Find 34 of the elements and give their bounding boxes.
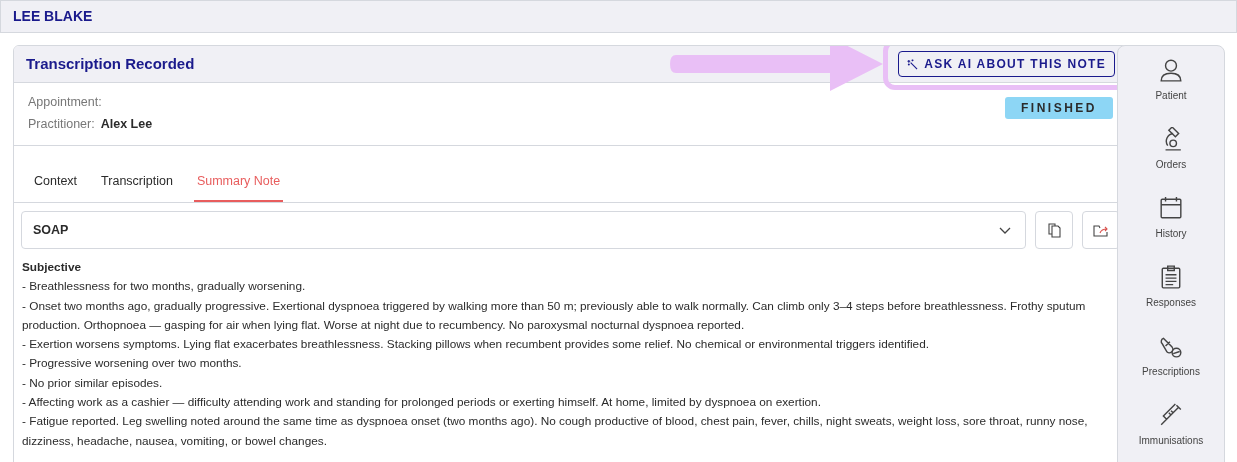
sidebar-item[interactable]: Patient — [1119, 56, 1223, 125]
status-badge: FINISHED — [1005, 97, 1113, 119]
tab[interactable]: Transcription — [98, 162, 176, 202]
note-line: - No prior similar episodes. — [22, 374, 164, 392]
sidebar-item[interactable]: Orders — [1119, 125, 1223, 194]
clipboard-icon — [1159, 265, 1183, 289]
note-line: - Onset two months ago, gradually progressive. Exertional dyspnoea triggered by walking more than 50 m; previously able to walk normally. Can climb only 3–4 steps before breathlessness. Frothy sputum production. Orthopnoea — gasping for air when lying flat. Worse at night due to recumbency. No paroxysmal nocturnal dyspnoea reported. — [22, 297, 1087, 334]
note-line: - Affecting work as a cashier — difficulty attending work and standing for prolonged periods or exerting himself. At home, limited by dyspnoea on exertion. — [22, 394, 822, 412]
copy-button[interactable] — [1035, 211, 1073, 249]
ask-ai-button[interactable]: ASK AI ABOUT THIS NOTE — [898, 51, 1115, 77]
copy-icon — [1047, 222, 1061, 238]
note-line: - Breathlessness for two months, gradually worsening. — [22, 278, 307, 296]
magic-wand-icon — [907, 58, 919, 70]
field-label: Practitioner: — [28, 115, 95, 133]
calendar-icon — [1159, 196, 1183, 220]
field-value: Alex Lee — [100, 115, 153, 133]
tab[interactable]: Context — [31, 162, 81, 202]
syringe-icon — [1159, 403, 1183, 427]
chevron-down-icon — [999, 226, 1011, 234]
template-select[interactable]: SOAP — [21, 211, 1026, 249]
note-line: - Exertion worsens symptoms. Lying flat exacerbates breathlessness. Stacking pillows when recumbent provides some relief. No chemical or environmental triggers identified. — [22, 336, 931, 354]
note-heading: Subjective — [22, 259, 82, 276]
field-label: Appointment: — [28, 93, 102, 111]
person-icon — [1159, 58, 1183, 82]
note-line: - Progressive worsening over two months. — [22, 355, 243, 373]
sidebar-item[interactable]: Prescriptions — [1119, 332, 1223, 401]
sidebar-item[interactable]: Responses — [1119, 263, 1223, 332]
tab[interactable]: Summary Note — [193, 162, 284, 202]
sidebar-item[interactable]: Immunisations — [1119, 401, 1223, 462]
note-line: - Fatigue reported. Leg swelling noted around the same time as dyspnoea onset (two months ago). No cough productive of blood, chest pain, fever, chills, night sweats, weight loss, sore throat, runny nose, dizziness, headache, nausea, vomiting, or bowel changes. — [22, 413, 1089, 450]
sidebar-item[interactable]: History — [1119, 194, 1223, 263]
export-icon — [1093, 223, 1109, 237]
patient-name: LEE BLAKE — [13, 7, 93, 26]
card-title: Transcription Recorded — [26, 53, 195, 74]
